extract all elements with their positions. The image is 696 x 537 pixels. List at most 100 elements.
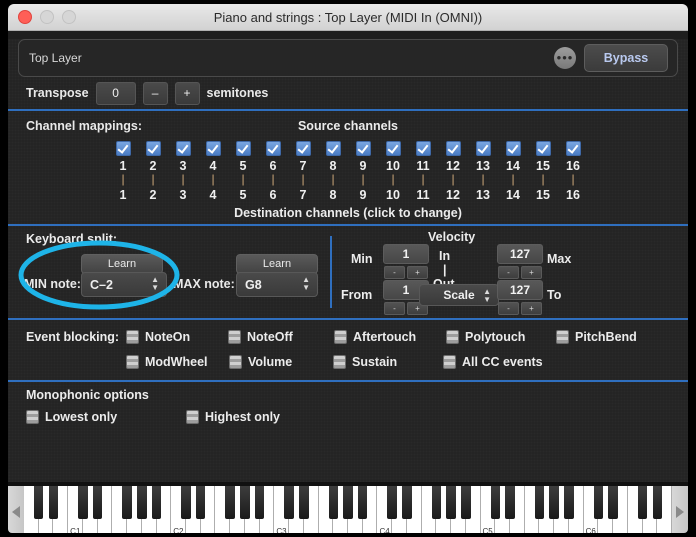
destination-channel-number[interactable]: 15 (536, 188, 550, 202)
black-key[interactable] (387, 486, 397, 519)
piano-keys[interactable]: C1 C2 C3 C4 C5 C6 (24, 486, 672, 533)
event-blocking-pitchbend[interactable]: PitchBend (556, 329, 656, 344)
destination-channel-number[interactable]: 2 (150, 188, 157, 202)
channel-enable-checkbox[interactable] (145, 141, 161, 156)
channel-enable-checkbox[interactable] (475, 141, 491, 156)
bypass-button[interactable]: Bypass (584, 44, 668, 72)
velocity-to-value[interactable]: 127 (497, 280, 543, 300)
destination-channel-number[interactable]: 9 (360, 188, 367, 202)
black-key[interactable] (549, 486, 559, 519)
destination-channel-number[interactable]: 1 (120, 188, 127, 202)
transpose-value[interactable]: 0 (95, 81, 136, 105)
black-key[interactable] (446, 486, 456, 519)
velocity-min-increment[interactable]: + (407, 266, 428, 279)
destination-channel-number[interactable]: 16 (566, 188, 580, 202)
destination-channel-number[interactable]: 3 (180, 188, 187, 202)
event-blocking-volume[interactable]: Volume (229, 354, 333, 369)
black-key[interactable] (92, 486, 103, 519)
black-key[interactable] (181, 486, 191, 519)
black-key[interactable] (196, 486, 206, 519)
velocity-min-stepper[interactable]: 1 - + (383, 244, 429, 279)
velocity-to-decrement[interactable]: - (498, 302, 519, 315)
black-key[interactable] (137, 486, 147, 519)
velocity-min-value[interactable]: 1 (383, 244, 429, 264)
velocity-max-decrement[interactable]: - (498, 266, 519, 279)
black-key[interactable] (534, 486, 545, 519)
black-key[interactable] (299, 486, 309, 519)
zoom-button[interactable] (62, 10, 76, 24)
event-blocking-polytouch[interactable]: Polytouch (446, 329, 556, 344)
checkbox[interactable] (126, 329, 139, 344)
minimize-button[interactable] (40, 10, 54, 24)
channel-enable-checkbox[interactable] (535, 141, 551, 156)
channel-enable-checkbox[interactable] (175, 141, 191, 156)
checkbox[interactable] (126, 354, 139, 369)
channel-enable-checkbox[interactable] (235, 141, 251, 156)
black-key[interactable] (637, 486, 648, 519)
black-key[interactable] (461, 486, 471, 519)
checkbox[interactable] (333, 354, 346, 369)
channel-enable-checkbox[interactable] (205, 141, 221, 156)
black-key[interactable] (151, 486, 162, 519)
velocity-min-decrement[interactable]: - (384, 266, 405, 279)
channel-enable-checkbox[interactable] (565, 141, 581, 156)
black-key[interactable] (358, 486, 368, 519)
channel-enable-checkbox[interactable] (445, 141, 461, 156)
channel-enable-checkbox[interactable] (385, 141, 401, 156)
destination-channel-number[interactable]: 5 (240, 188, 247, 202)
destination-channel-number[interactable]: 10 (386, 188, 400, 202)
destination-channel-number[interactable]: 4 (210, 188, 217, 202)
black-key[interactable] (48, 486, 59, 519)
event-blocking-all-cc-events[interactable]: All CC events (443, 354, 573, 369)
event-blocking-noteoff[interactable]: NoteOff (228, 329, 334, 344)
keyboard-scroll-right-button[interactable] (672, 486, 688, 533)
channel-enable-checkbox[interactable] (505, 141, 521, 156)
transpose-increment-button[interactable]: + (174, 81, 200, 105)
checkbox[interactable] (556, 329, 569, 344)
destination-channel-number[interactable]: 8 (330, 188, 337, 202)
event-blocking-noteon[interactable]: NoteOn (126, 329, 228, 344)
velocity-max-increment[interactable]: + (521, 266, 542, 279)
black-key[interactable] (78, 486, 88, 519)
velocity-max-value[interactable]: 127 (497, 244, 543, 264)
event-blocking-modwheel[interactable]: ModWheel (126, 354, 229, 369)
black-key[interactable] (652, 486, 662, 519)
black-key[interactable] (593, 486, 604, 519)
checkbox[interactable] (443, 354, 456, 369)
max-note-learn-button[interactable]: Learn (236, 254, 318, 274)
black-key[interactable] (564, 486, 574, 519)
channel-enable-checkbox[interactable] (295, 141, 311, 156)
event-blocking-aftertouch[interactable]: Aftertouch (334, 329, 446, 344)
black-key[interactable] (608, 486, 618, 519)
black-key[interactable] (328, 486, 338, 519)
black-key[interactable] (402, 486, 412, 519)
checkbox[interactable] (26, 410, 39, 424)
checkbox[interactable] (334, 329, 347, 344)
destination-channel-number[interactable]: 12 (446, 188, 460, 202)
event-blocking-sustain[interactable]: Sustain (333, 354, 443, 369)
checkbox[interactable] (446, 329, 459, 344)
black-key[interactable] (225, 486, 235, 519)
monophonic-highest-only[interactable]: Highest only (186, 410, 336, 424)
max-note-select[interactable]: G8 ▲ ▼ (236, 272, 318, 297)
channel-enable-checkbox[interactable] (325, 141, 341, 156)
more-options-icon[interactable]: ••• (554, 47, 576, 69)
velocity-curve-select[interactable]: Scale ▲ ▼ (419, 284, 499, 306)
black-key[interactable] (490, 486, 500, 519)
destination-channel-number[interactable]: 13 (476, 188, 490, 202)
checkbox[interactable] (229, 354, 242, 369)
destination-channel-number[interactable]: 14 (506, 188, 520, 202)
black-key[interactable] (240, 486, 250, 519)
black-key[interactable] (254, 486, 265, 519)
channel-enable-checkbox[interactable] (415, 141, 431, 156)
destination-channel-number[interactable]: 6 (270, 188, 277, 202)
keyboard-scroll-left-button[interactable] (8, 486, 24, 533)
min-note-learn-button[interactable]: Learn (81, 254, 163, 274)
velocity-to-increment[interactable]: + (521, 302, 542, 315)
black-key[interactable] (284, 486, 294, 519)
velocity-from-decrement[interactable]: - (384, 302, 405, 315)
velocity-to-stepper[interactable]: 127 - + (497, 280, 543, 315)
checkbox[interactable] (228, 329, 241, 344)
transpose-decrement-button[interactable]: – (142, 81, 168, 105)
channel-enable-checkbox[interactable] (355, 141, 371, 156)
